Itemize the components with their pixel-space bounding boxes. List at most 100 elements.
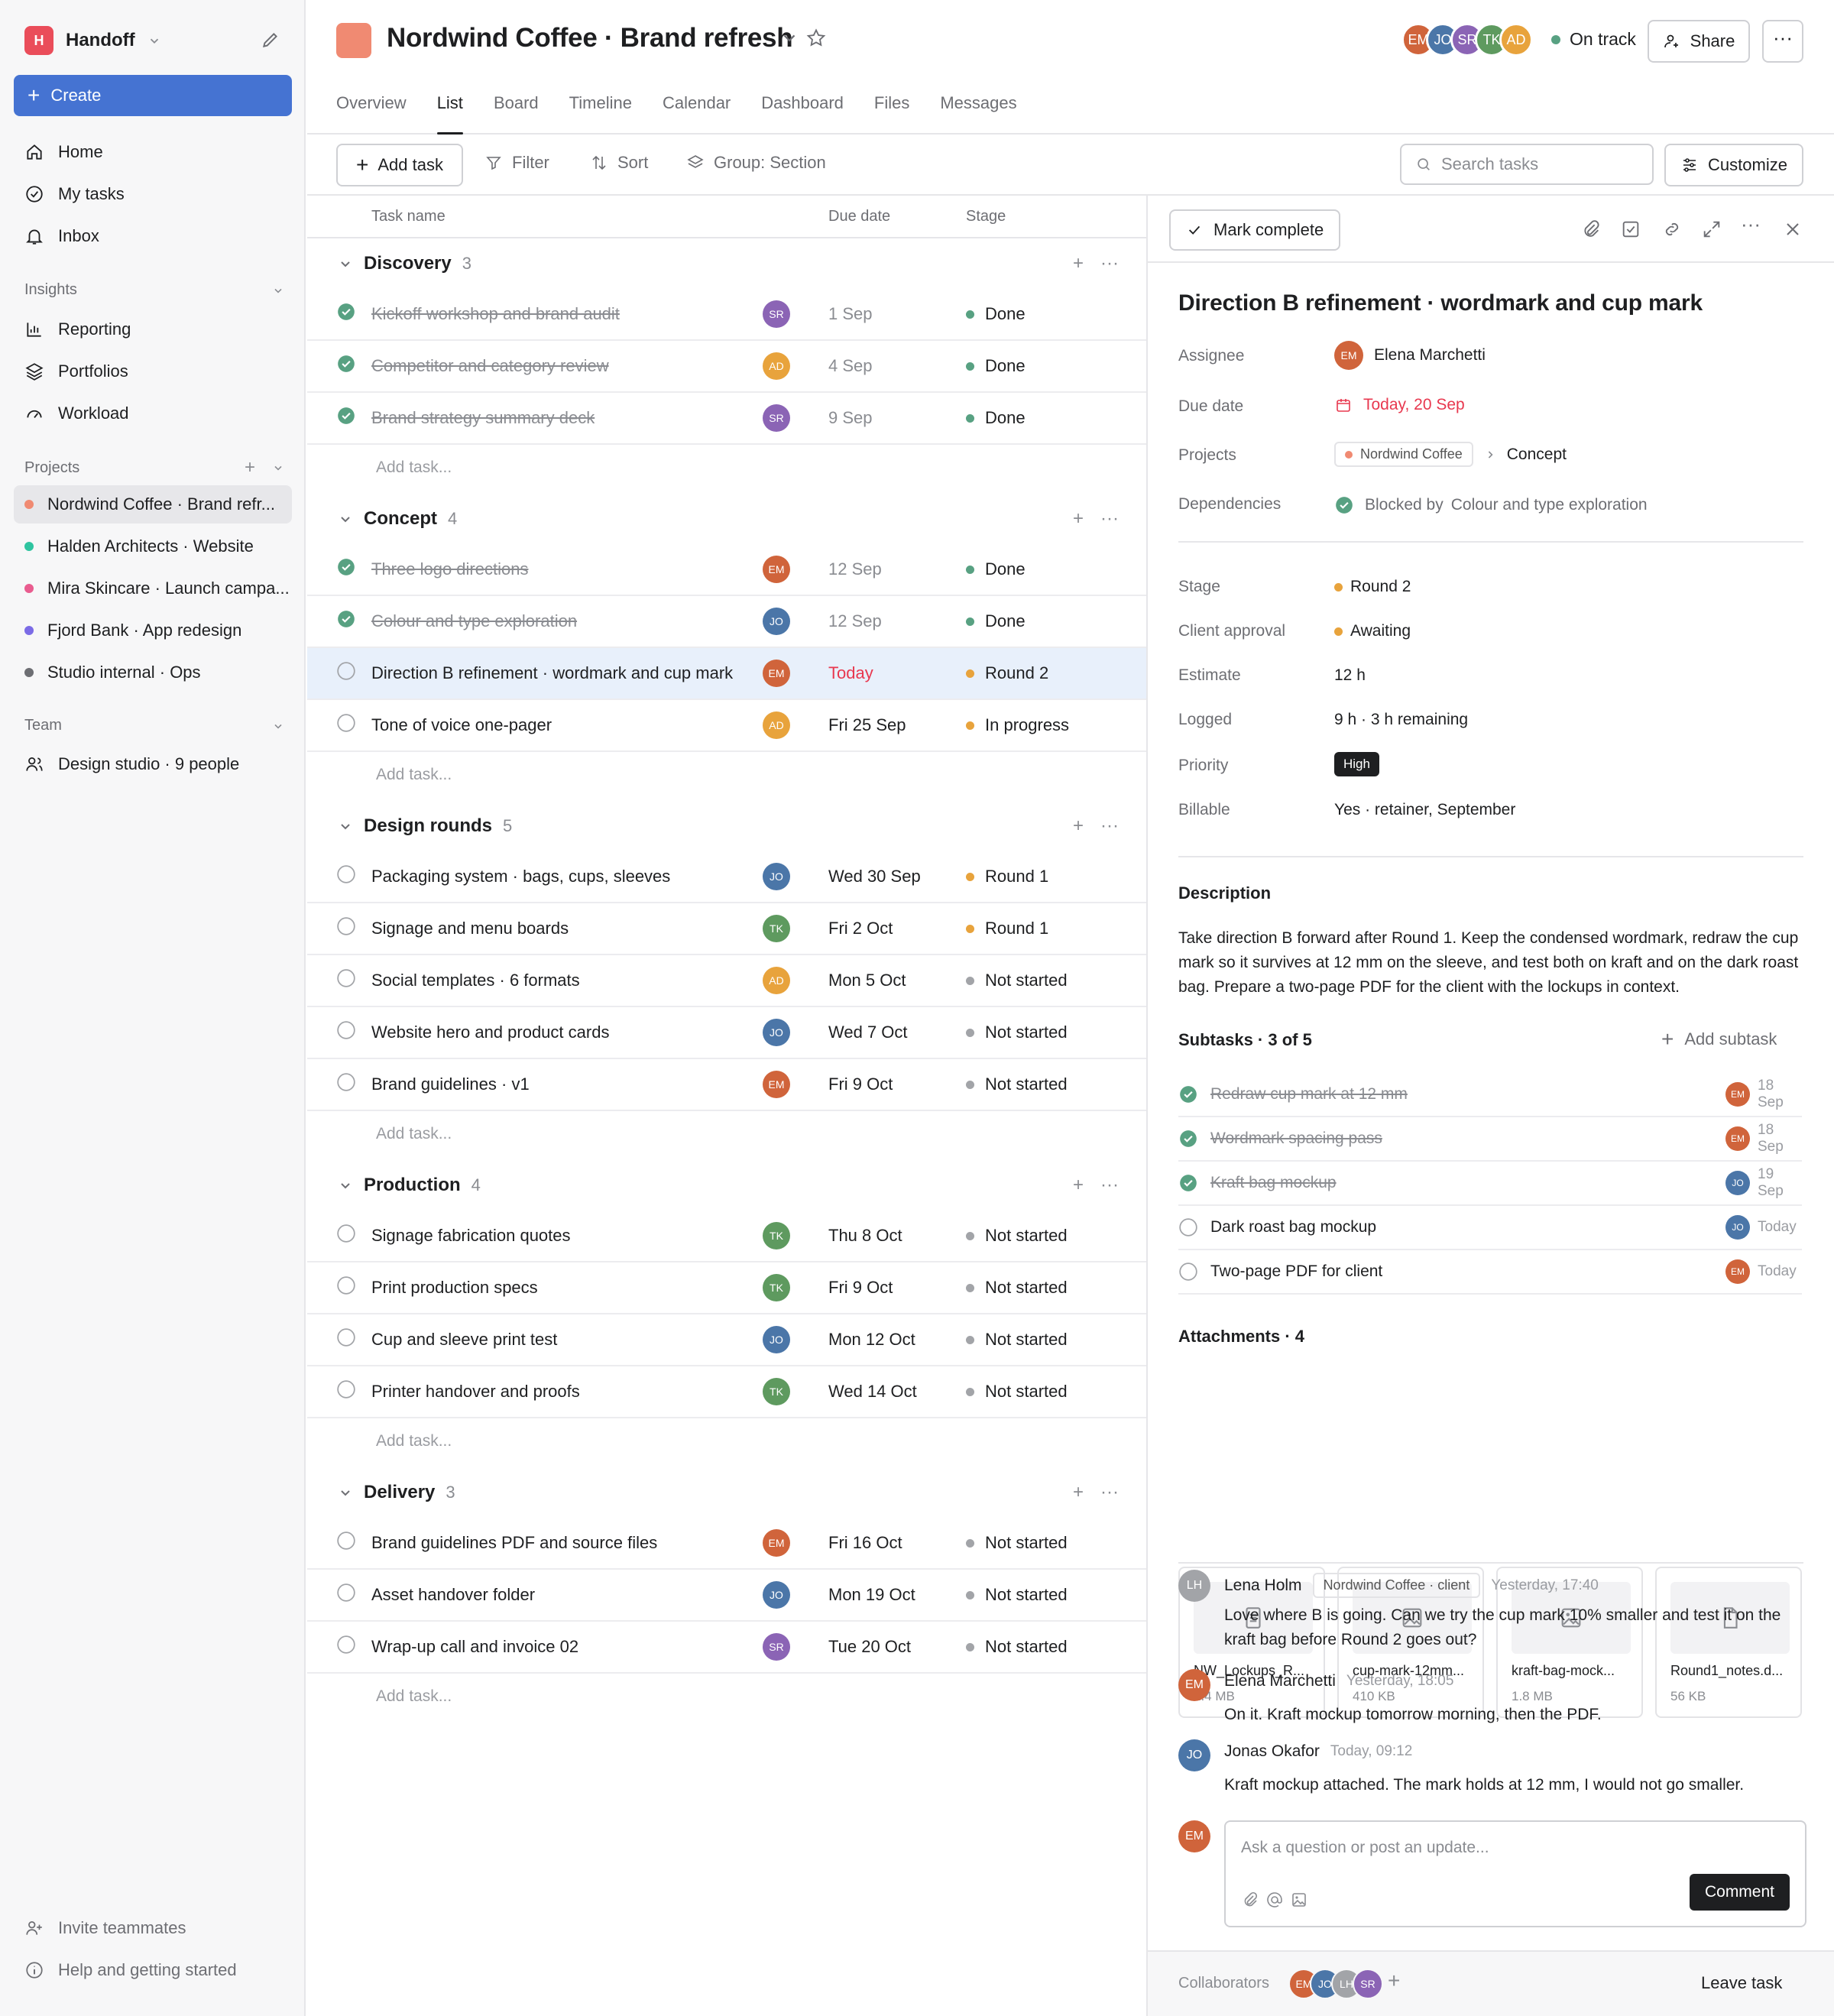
task-row[interactable]: Print production specs TK Fri 9 Oct Not sta…	[307, 1262, 1146, 1314]
add-task-inline[interactable]: Add task...	[376, 459, 452, 477]
search-input[interactable]: Search tasks	[1400, 144, 1654, 185]
subtask-due[interactable]: Today	[1758, 1263, 1797, 1280]
dependencies-field[interactable]: Blocked by Colour and type exploration	[1334, 495, 1648, 515]
task-name[interactable]: Print production specs	[371, 1278, 538, 1298]
description-text[interactable]: Take direction B forward after Round 1. …	[1178, 926, 1802, 1000]
task-name[interactable]: Direction B refinement · wordmark and cu…	[371, 663, 733, 683]
share-button[interactable]: Share	[1648, 20, 1750, 63]
incomplete-check-icon[interactable]	[1178, 1262, 1198, 1282]
due-date[interactable]: Mon 19 Oct	[828, 1585, 915, 1605]
incomplete-check-icon[interactable]	[336, 1531, 356, 1551]
tab-board[interactable]: Board	[494, 93, 539, 135]
tab-dashboard[interactable]: Dashboard	[761, 93, 844, 135]
task-row[interactable]: Website hero and product cards JO Wed 7 Oc…	[307, 1007, 1146, 1059]
more-icon[interactable]: ···	[1100, 508, 1119, 530]
group-button[interactable]: Group: Section	[686, 153, 826, 173]
add-task-icon[interactable]: +	[1073, 253, 1084, 274]
task-name[interactable]: Brand guidelines · v1	[371, 1074, 530, 1094]
stage-field[interactable]: Done	[966, 356, 1026, 376]
task-row[interactable]: Signage and menu boards TK Fri 2 Oct Round …	[307, 903, 1146, 955]
subtask-due[interactable]: 18 Sep	[1758, 1078, 1802, 1111]
add-task-button[interactable]: + Add task	[336, 144, 463, 186]
stage-field[interactable]: Done	[966, 408, 1026, 428]
subtask-row[interactable]: Wordmark spacing pass EM 18 Sep	[1178, 1117, 1802, 1162]
stage-field[interactable]: Round 1	[966, 919, 1048, 938]
task-row[interactable]: Social templates · 6 formats AD Mon 5 Oct N…	[307, 955, 1146, 1007]
completed-check-icon[interactable]	[336, 354, 356, 374]
stage-field[interactable]: Not started	[966, 1637, 1068, 1657]
chevron-down-icon[interactable]	[272, 462, 284, 474]
more-options-button[interactable]: ···	[1762, 20, 1803, 63]
avatar[interactable]: EM	[1725, 1126, 1750, 1151]
task-row[interactable]: Asset handover folder JO Mon 19 Oct Not sta…	[307, 1570, 1146, 1622]
avatar[interactable]: EM	[1725, 1259, 1750, 1284]
comment-button[interactable]: Comment	[1689, 1874, 1790, 1911]
tab-calendar[interactable]: Calendar	[663, 93, 731, 135]
subtask-name[interactable]: Wordmark spacing pass	[1210, 1130, 1382, 1148]
avatar[interactable]: TK	[763, 1274, 790, 1301]
completed-check-icon[interactable]	[336, 302, 356, 322]
task-name[interactable]: Website hero and product cards	[371, 1023, 609, 1042]
comment-input[interactable]: Ask a question or post an update... Comm…	[1224, 1820, 1806, 1927]
compose-edit-icon[interactable]	[258, 28, 283, 52]
tab-timeline[interactable]: Timeline	[569, 93, 632, 135]
section-header[interactable]: Concept 4 + ···	[307, 494, 1146, 544]
project-status[interactable]: On track	[1551, 29, 1636, 50]
more-icon[interactable]: ···	[1100, 815, 1119, 837]
task-name[interactable]: Signage fabrication quotes	[371, 1226, 571, 1246]
task-row[interactable]: Wrap-up call and invoice 02 SR Tue 20 Oct N…	[307, 1622, 1146, 1674]
avatar[interactable]: TK	[763, 1378, 790, 1405]
billable-field[interactable]: Yes · retainer, September	[1334, 801, 1515, 819]
avatar[interactable]: JO	[763, 863, 790, 890]
task-row[interactable]: Brand strategy summary deck SR 9 Sep Done	[307, 393, 1146, 445]
avatar[interactable]: LH	[1178, 1570, 1210, 1602]
completed-check-icon[interactable]	[1178, 1173, 1198, 1193]
due-date[interactable]: Thu 8 Oct	[828, 1226, 902, 1246]
stage-field[interactable]: Not started	[966, 1382, 1068, 1402]
avatar[interactable]: AD	[763, 967, 790, 994]
team-header[interactable]: Team	[24, 717, 284, 734]
subtask-due[interactable]: 19 Sep	[1758, 1166, 1802, 1200]
avatar[interactable]: EM	[763, 1071, 790, 1098]
task-row[interactable]: Kickoff workshop and brand audit SR 1 Sep D…	[307, 289, 1146, 341]
nav-workload[interactable]: Workload	[14, 394, 292, 433]
close-icon[interactable]	[1782, 219, 1803, 240]
subtask-name[interactable]: Two-page PDF for client	[1210, 1262, 1382, 1281]
section-header[interactable]: Production 4 + ···	[307, 1160, 1146, 1211]
approval-field[interactable]: Awaiting	[1334, 622, 1411, 640]
chevron-down-icon[interactable]	[338, 511, 353, 527]
task-row[interactable]: Brand guidelines PDF and source files EM F…	[307, 1518, 1146, 1570]
project-item-halden[interactable]: Halden Architects · Website	[14, 527, 292, 566]
due-date[interactable]: Mon 5 Oct	[828, 971, 906, 990]
section-header[interactable]: Discovery 3 + ···	[307, 238, 1146, 289]
task-name[interactable]: Kickoff workshop and brand audit	[371, 304, 620, 324]
task-row[interactable]: Competitor and category review AD 4 Sep Don…	[307, 341, 1146, 393]
avatar[interactable]: JO	[763, 1326, 790, 1353]
add-task-inline[interactable]: Add task...	[376, 1687, 452, 1706]
due-date[interactable]: Wed 14 Oct	[828, 1382, 917, 1402]
add-task-inline[interactable]: Add task...	[376, 1432, 452, 1450]
avatar[interactable]: JO	[763, 1019, 790, 1046]
incomplete-check-icon[interactable]	[336, 1072, 356, 1092]
incomplete-check-icon[interactable]	[336, 1275, 356, 1295]
nav-home[interactable]: Home	[14, 133, 292, 171]
chevron-down-icon[interactable]	[779, 28, 799, 47]
due-date[interactable]: Fri 16 Oct	[828, 1533, 902, 1553]
tab-list[interactable]: List	[436, 93, 464, 135]
column-stage[interactable]: Stage	[966, 208, 1006, 225]
chevron-down-icon[interactable]	[338, 1178, 353, 1193]
nav-inbox[interactable]: Inbox	[14, 217, 292, 255]
link-icon[interactable]	[1661, 219, 1683, 240]
add-task-icon[interactable]: +	[1073, 815, 1084, 837]
tab-files[interactable]: Files	[874, 93, 909, 135]
project-item-fjord[interactable]: Fjord Bank · App redesign	[14, 611, 292, 650]
project-title[interactable]: Nordwind Coffee · Brand refresh	[387, 23, 793, 53]
due-date[interactable]: Wed 30 Sep	[828, 867, 921, 886]
avatar[interactable]: SR	[763, 1633, 790, 1661]
avatar[interactable]: JO	[1725, 1171, 1750, 1195]
due-date[interactable]: Tue 20 Oct	[828, 1637, 911, 1657]
task-title[interactable]: Direction B refinement · wordmark and cu…	[1178, 290, 1703, 316]
stage-field[interactable]: Done	[966, 559, 1026, 579]
completed-check-icon[interactable]	[336, 609, 356, 629]
stage-field[interactable]: Not started	[966, 971, 1068, 990]
